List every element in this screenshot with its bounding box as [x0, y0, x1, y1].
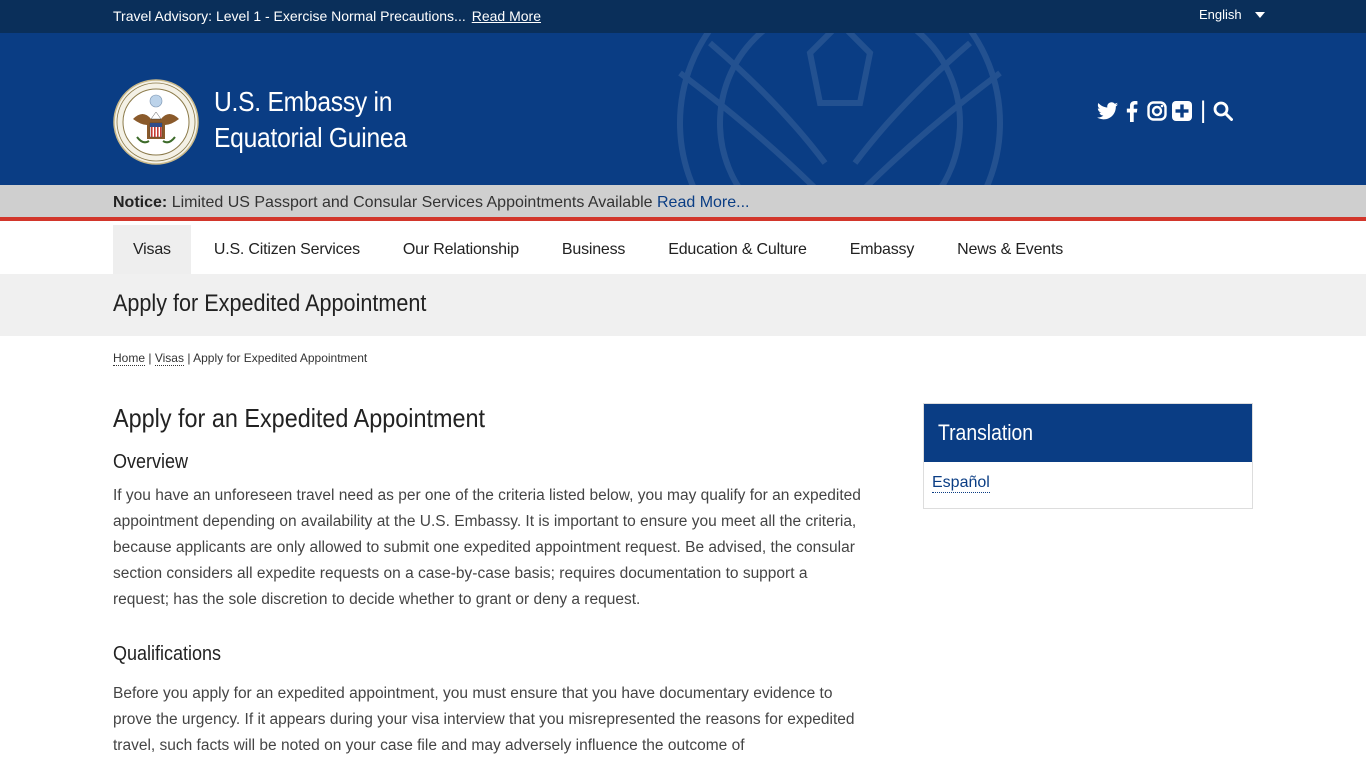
nav-item-our-relationship[interactable]: Our Relationship	[383, 225, 539, 274]
nav-item-education-culture[interactable]: Education & Culture	[648, 225, 827, 274]
social-separator: |	[1200, 97, 1207, 124]
qualifications-paragraph: Before you apply for an expedited appoin…	[113, 685, 855, 754]
nav-item-business[interactable]: Business	[542, 225, 645, 274]
translation-espanol-link[interactable]: Español	[932, 474, 990, 493]
main-content: Apply for an Expedited Appointment Overv…	[113, 403, 863, 759]
facebook-icon[interactable]	[1121, 100, 1143, 122]
overview-heading: Overview	[113, 451, 189, 473]
page-title: Apply for Expedited Appointment	[113, 290, 427, 317]
overview-paragraph: If you have an unforeseen travel need as…	[113, 487, 861, 608]
notice-bar: Notice: Limited US Passport and Consular…	[0, 185, 1366, 221]
breadcrumb: Home | Visas | Apply for Expedited Appoi…	[113, 351, 368, 366]
notice-label: Notice:	[113, 194, 168, 211]
translation-header: Translation	[924, 404, 1252, 462]
main-nav: Visas U.S. Citizen Services Our Relation…	[0, 225, 1366, 274]
department-of-state-seal	[113, 79, 199, 165]
breadcrumb-home-link[interactable]: Home	[113, 351, 146, 366]
breadcrumb-separator: |	[187, 351, 191, 365]
nav-item-us-citizen-services[interactable]: U.S. Citizen Services	[194, 225, 380, 274]
site-title[interactable]: U.S. Embassy in Equatorial Guinea	[214, 84, 407, 156]
instagram-icon[interactable]	[1146, 100, 1168, 122]
travel-advisory-bar: Travel Advisory: Level 1 - Exercise Norm…	[0, 0, 1366, 33]
qualifications-heading: Qualifications	[113, 643, 222, 665]
content-heading: Apply for an Expedited Appointment	[113, 403, 486, 433]
notice-content: Notice: Limited US Passport and Consular…	[113, 194, 749, 212]
language-selected: English	[1199, 7, 1242, 22]
notice-text: Limited US Passport and Consular Service…	[171, 194, 653, 211]
twitter-icon[interactable]	[1096, 100, 1118, 122]
advisory-text-wrap: Travel Advisory: Level 1 - Exercise Norm…	[113, 8, 541, 24]
nav-item-embassy[interactable]: Embassy	[830, 225, 934, 274]
main-nav-list: Visas U.S. Citizen Services Our Relation…	[113, 225, 1083, 274]
nav-item-visas[interactable]: Visas	[113, 225, 191, 274]
plus-icon[interactable]	[1171, 100, 1193, 122]
translation-title: Translation	[938, 420, 1034, 445]
site-header: U.S. Embassy in Equatorial Guinea |	[0, 33, 1366, 185]
advisory-read-more-link[interactable]: Read More	[472, 8, 541, 24]
breadcrumb-current: Apply for Expedited Appointment	[193, 351, 368, 365]
notice-read-more-link[interactable]: Read More...	[657, 194, 749, 211]
advisory-text: Travel Advisory: Level 1 - Exercise Norm…	[113, 8, 466, 24]
translation-body: Español	[924, 462, 1252, 508]
site-title-line1: U.S. Embassy in	[214, 86, 393, 117]
social-links: |	[1096, 97, 1237, 124]
site-title-line2: Equatorial Guinea	[214, 122, 407, 153]
translation-widget: Translation Español	[923, 403, 1253, 509]
breadcrumb-separator: |	[148, 351, 152, 365]
nav-item-news-events[interactable]: News & Events	[937, 225, 1083, 274]
search-icon[interactable]	[1212, 100, 1234, 122]
chevron-down-icon	[1254, 12, 1265, 18]
language-select[interactable]: English	[1199, 7, 1265, 22]
eagle-watermark-icon	[677, 33, 1003, 185]
page-title-band: Apply for Expedited Appointment	[0, 274, 1366, 336]
breadcrumb-visas-link[interactable]: Visas	[154, 351, 184, 366]
